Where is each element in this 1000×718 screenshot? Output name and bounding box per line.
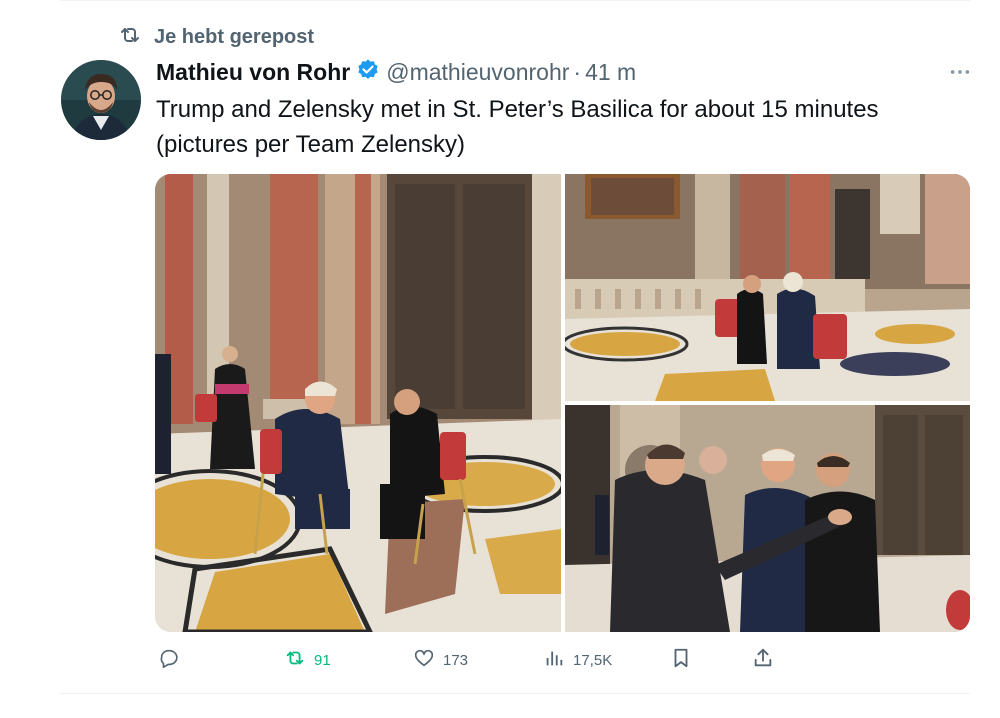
heart-icon xyxy=(413,647,435,673)
post-timestamp[interactable]: 41 m xyxy=(585,59,636,86)
reply-icon xyxy=(158,647,180,673)
repost-banner-text: Je hebt gerepost xyxy=(154,25,315,48)
tweet-text: Trump and Zelensky met in St. Peter’s Ba… xyxy=(156,96,879,158)
views-count: 17,5K xyxy=(573,651,613,669)
share-icon xyxy=(752,647,774,673)
bottom-divider xyxy=(60,693,970,694)
like-button[interactable]: 173 xyxy=(413,647,468,673)
header-separator: · xyxy=(573,58,582,85)
photo-trump-zelensky-seated[interactable] xyxy=(155,174,561,632)
photo-seated-overview[interactable] xyxy=(565,174,970,401)
reply-button[interactable] xyxy=(158,647,188,673)
top-divider xyxy=(60,0,970,1)
like-count: 173 xyxy=(443,651,469,669)
author-name[interactable]: Mathieu von Rohr xyxy=(156,59,350,86)
photo-macron-trump-zelensky-standing[interactable] xyxy=(565,405,970,632)
avatar[interactable] xyxy=(61,60,141,140)
media-grid xyxy=(155,174,970,632)
bookmark-button[interactable] xyxy=(670,647,692,673)
more-options-icon xyxy=(949,63,971,81)
bookmark-icon xyxy=(670,647,692,673)
repost-icon xyxy=(284,647,306,673)
verified-badge-icon xyxy=(350,58,386,87)
views-chart-icon xyxy=(543,647,565,673)
views-button[interactable]: 17,5K xyxy=(543,647,612,673)
more-options-button[interactable] xyxy=(946,60,974,84)
repost-button[interactable]: 91 xyxy=(284,647,331,673)
author-handle[interactable]: @mathieuvonrohr xyxy=(386,59,569,86)
repost-banner[interactable]: Je hebt gerepost xyxy=(118,24,314,50)
share-button[interactable] xyxy=(752,647,774,673)
repost-icon xyxy=(118,23,142,52)
tweet-header: Mathieu von Rohr @mathieuvonrohr · 41 m xyxy=(156,56,636,88)
repost-count: 91 xyxy=(314,651,331,669)
